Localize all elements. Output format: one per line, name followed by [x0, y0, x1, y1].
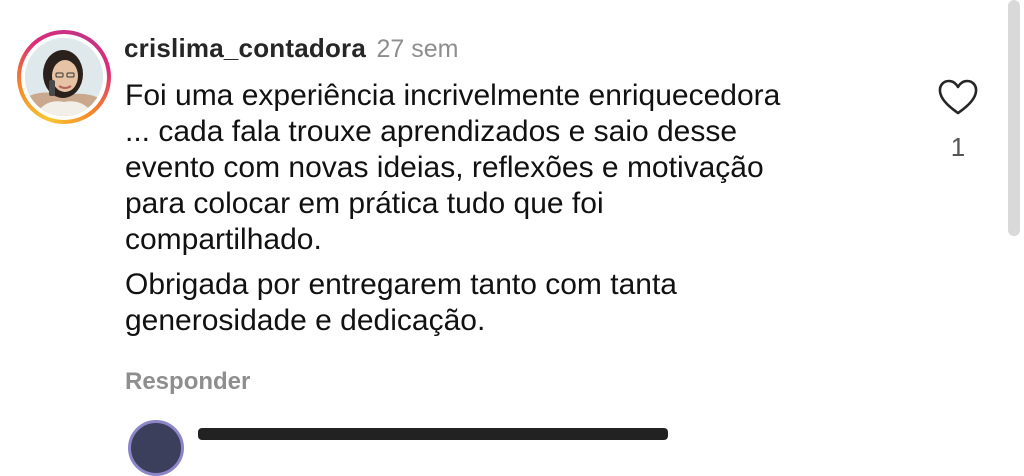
- avatar[interactable]: [25, 38, 103, 116]
- comment-paragraph: Obrigada por entregarem tanto com tanta …: [125, 268, 677, 337]
- username[interactable]: crislima_contadora: [124, 33, 366, 63]
- timestamp: 27 sem: [376, 35, 459, 63]
- comment-paragraph: Foi uma experiência incrivelmente enriqu…: [125, 79, 781, 256]
- story-ring[interactable]: [17, 30, 111, 124]
- reply-button[interactable]: Responder: [125, 368, 250, 396]
- comment-item: crislima_contadora 27 sem Foi uma experi…: [0, 0, 1024, 476]
- comment-header: crislima_contadora 27 sem: [124, 33, 458, 64]
- comment-text: Foi uma experiência incrivelmente enriqu…: [125, 78, 915, 339]
- scrollbar[interactable]: [1008, 0, 1020, 236]
- like-section: 1: [934, 78, 982, 168]
- next-comment-avatar[interactable]: [128, 420, 184, 476]
- heart-outline-icon[interactable]: [937, 78, 979, 116]
- next-comment-username: [198, 428, 668, 440]
- avatar-photo: [25, 38, 103, 116]
- like-count: 1: [950, 132, 966, 162]
